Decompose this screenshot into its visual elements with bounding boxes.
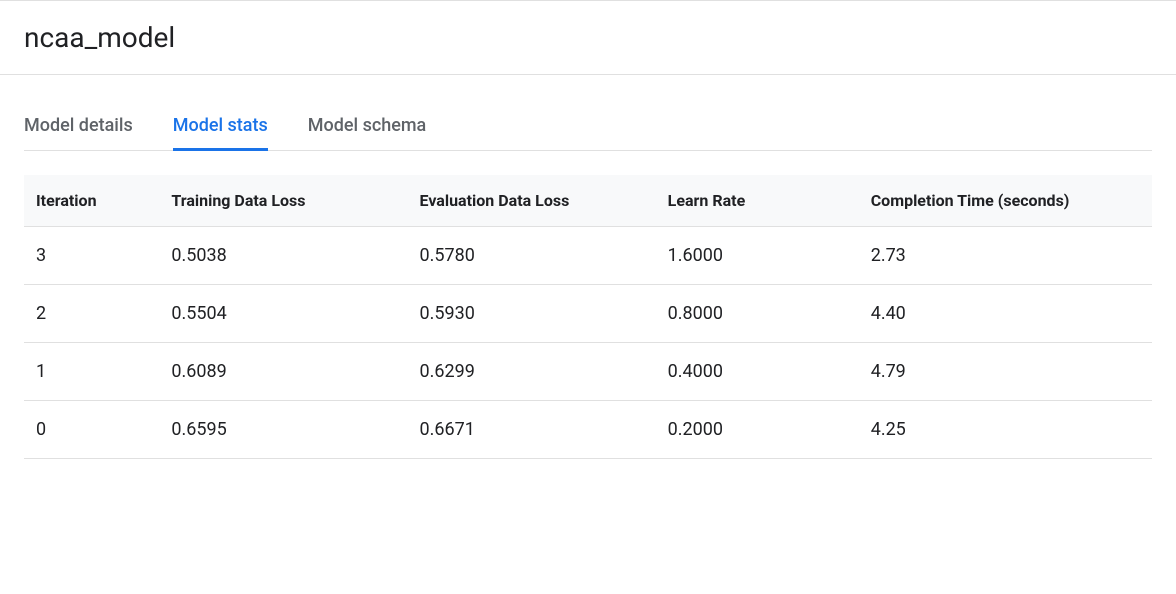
cell-eval-loss: 0.6299 (408, 343, 656, 401)
cell-iteration: 3 (24, 227, 159, 285)
cell-training-loss: 0.5038 (159, 227, 407, 285)
header-learn-rate: Learn Rate (656, 175, 859, 227)
cell-eval-loss: 0.5780 (408, 227, 656, 285)
cell-completion-time: 4.79 (859, 343, 1152, 401)
title-bar: ncaa_model (0, 0, 1176, 75)
tab-model-schema[interactable]: Model schema (308, 103, 427, 151)
cell-completion-time: 4.40 (859, 285, 1152, 343)
content-area: Model details Model stats Model schema I… (0, 103, 1176, 459)
table-header-row: Iteration Training Data Loss Evaluation … (24, 175, 1152, 227)
cell-learn-rate: 0.8000 (656, 285, 859, 343)
tab-model-details[interactable]: Model details (24, 103, 133, 151)
cell-eval-loss: 0.6671 (408, 401, 656, 459)
cell-iteration: 1 (24, 343, 159, 401)
stats-table: Iteration Training Data Loss Evaluation … (24, 175, 1152, 459)
cell-eval-loss: 0.5930 (408, 285, 656, 343)
table-row: 0 0.6595 0.6671 0.2000 4.25 (24, 401, 1152, 459)
tabs: Model details Model stats Model schema (24, 103, 1152, 151)
header-eval-loss: Evaluation Data Loss (408, 175, 656, 227)
cell-training-loss: 0.6595 (159, 401, 407, 459)
cell-learn-rate: 0.4000 (656, 343, 859, 401)
cell-iteration: 2 (24, 285, 159, 343)
table-row: 2 0.5504 0.5930 0.8000 4.40 (24, 285, 1152, 343)
tab-model-stats[interactable]: Model stats (173, 103, 268, 151)
cell-learn-rate: 1.6000 (656, 227, 859, 285)
cell-completion-time: 2.73 (859, 227, 1152, 285)
cell-completion-time: 4.25 (859, 401, 1152, 459)
table-row: 3 0.5038 0.5780 1.6000 2.73 (24, 227, 1152, 285)
header-training-loss: Training Data Loss (159, 175, 407, 227)
header-iteration: Iteration (24, 175, 159, 227)
cell-training-loss: 0.5504 (159, 285, 407, 343)
cell-learn-rate: 0.2000 (656, 401, 859, 459)
header-completion-time: Completion Time (seconds) (859, 175, 1152, 227)
cell-training-loss: 0.6089 (159, 343, 407, 401)
page-title: ncaa_model (24, 21, 1152, 54)
cell-iteration: 0 (24, 401, 159, 459)
table-row: 1 0.6089 0.6299 0.4000 4.79 (24, 343, 1152, 401)
